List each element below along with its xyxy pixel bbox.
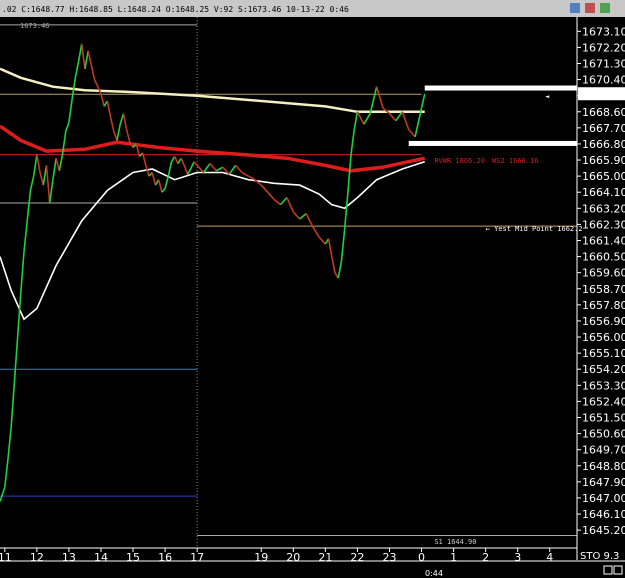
y-tick-label: 1665.90 [582, 154, 625, 167]
current-price-label: 1669.58 [580, 88, 625, 101]
y-tick-label: 1663.20 [582, 202, 625, 215]
chart-annotation: WS2 1666.16 [492, 157, 538, 165]
y-tick-label: 1646.10 [582, 508, 625, 521]
y-tick-label: 1666.80 [582, 138, 625, 151]
y-tick-label: 1670.40 [582, 74, 625, 87]
header-bar: .02 C:1648.77 H:1648.85 L:1648.24 O:1648… [0, 0, 625, 17]
y-tick-label: 1665.00 [582, 170, 625, 183]
y-tick-label: 1671.30 [582, 57, 625, 70]
y-tick-label: 1653.30 [582, 379, 625, 392]
chart-annotation: RVWR 1666.20 [434, 157, 485, 165]
y-tick-label: 1656.00 [582, 331, 625, 344]
header-icon-a[interactable] [570, 3, 580, 13]
y-tick-label: 1672.20 [582, 41, 625, 54]
indicator-label: STO 9.3 [580, 551, 619, 562]
y-tick-label: 1647.90 [582, 476, 625, 489]
y-tick-label: 1661.40 [582, 234, 625, 247]
y-tick-label: 1656.90 [582, 315, 625, 328]
header-icon-c[interactable] [600, 3, 610, 13]
y-tick-label: 1647.00 [582, 492, 625, 505]
y-tick-label: 1673.10 [582, 25, 625, 38]
level-line-label: 1673.46 [20, 22, 50, 30]
y-tick-label: 1650.60 [582, 428, 625, 441]
header-icon-b[interactable] [585, 3, 595, 13]
y-tick-label: 1657.80 [582, 299, 625, 312]
level-bar [408, 140, 577, 146]
y-tick-label: 1664.10 [582, 186, 625, 199]
y-tick-label: 1658.70 [582, 283, 625, 296]
y-tick-label: 1652.40 [582, 395, 625, 408]
chart-annotation: S1 1644.90 [434, 538, 476, 546]
y-tick-label: 1645.20 [582, 524, 625, 537]
y-tick-label: 1659.60 [582, 267, 625, 280]
indicator-sublabel: 0:44 [425, 569, 443, 578]
y-tick-label: 1654.20 [582, 363, 625, 376]
header-text: .02 C:1648.77 H:1648.85 L:1648.24 O:1648… [2, 5, 349, 14]
y-tick-label: 1667.70 [582, 122, 625, 135]
y-tick-label: 1649.70 [582, 444, 625, 457]
level-bar [424, 85, 577, 91]
price-chart[interactable]: .02 C:1648.77 H:1648.85 L:1648.24 O:1648… [0, 0, 625, 578]
y-tick-label: 1662.30 [582, 218, 625, 231]
y-tick-label: 1668.60 [582, 106, 625, 119]
chart-annotation: ← Yest Mid Point 1662.2 [486, 225, 583, 233]
y-tick-label: 1655.10 [582, 347, 625, 360]
indicator-panel-background [0, 561, 625, 578]
y-axis: 1673.101672.201671.301670.401669.501668.… [576, 17, 625, 560]
y-tick-label: 1660.50 [582, 251, 625, 264]
y-tick-label: 1651.50 [582, 411, 625, 424]
y-tick-label: 1648.80 [582, 460, 625, 473]
